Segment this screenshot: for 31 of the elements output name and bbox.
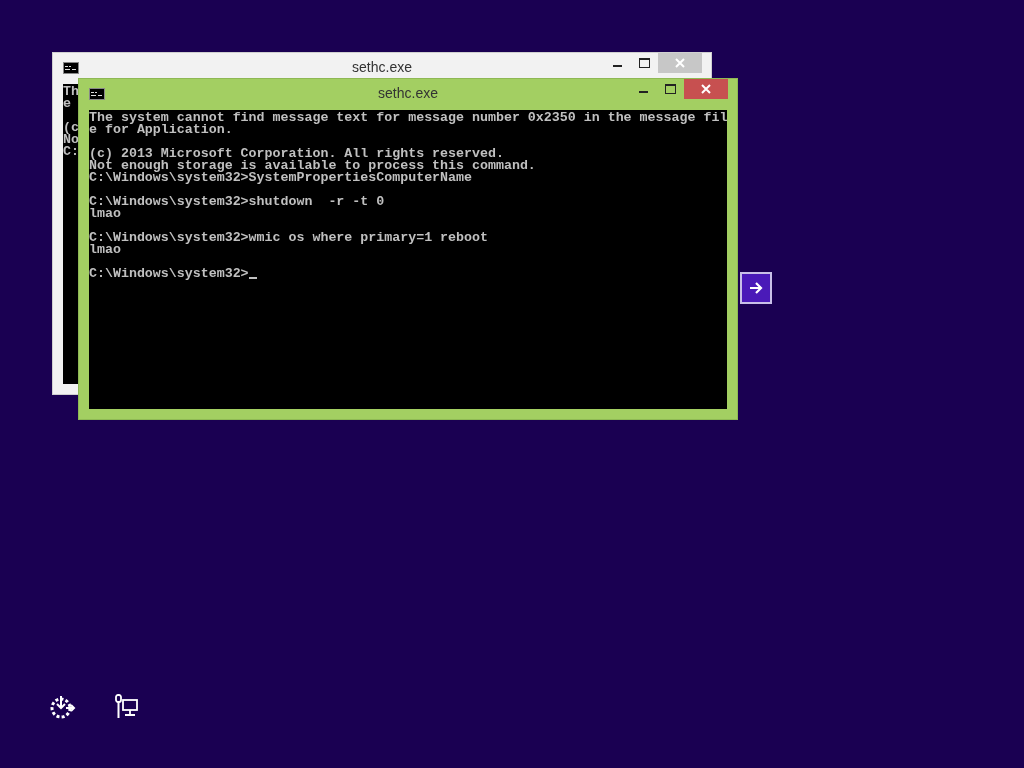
console-line: Not enough storage is available to process this command. [89,160,536,172]
console-line: lmao [89,244,121,256]
maximize-icon [665,84,676,94]
console-icon [89,88,105,100]
next-arrow-button[interactable] [740,272,772,304]
console-line: e [63,98,71,110]
console-icon [63,62,79,74]
close-icon [675,58,685,68]
console-line: C: [63,146,79,158]
minimize-icon [613,65,622,67]
network-icon[interactable] [114,694,140,720]
cursor-icon [248,277,257,279]
console-line: lmao [89,208,121,220]
ease-of-access-icon[interactable] [48,694,76,720]
console-line: C:\Windows\system32>SystemPropertiesComputerName [89,172,472,184]
minimize-icon [639,91,648,93]
window-title: sethc.exe [378,85,438,101]
console-line: (c) 2013 Microsoft Corporation. All rights reserved. [89,148,504,160]
console-line: e for Application. [89,124,233,136]
close-button[interactable] [684,79,728,99]
console-line: C:\Windows\system32> [89,268,249,280]
maximize-icon [639,58,650,68]
console-line: The system cannot find message text for message number 0x2350 in the message fil [89,112,727,124]
console-line: No [63,134,79,146]
window-title: sethc.exe [352,59,412,75]
console-line: C:\Windows\system32>shutdown -r -t 0 [89,196,385,208]
close-icon [701,84,711,94]
console-line: Th [63,86,79,98]
arrow-icon [749,282,763,294]
console-line: C:\Windows\system32>wmic os where primary=1 reboot [89,232,488,244]
console-line: (c [63,122,79,134]
